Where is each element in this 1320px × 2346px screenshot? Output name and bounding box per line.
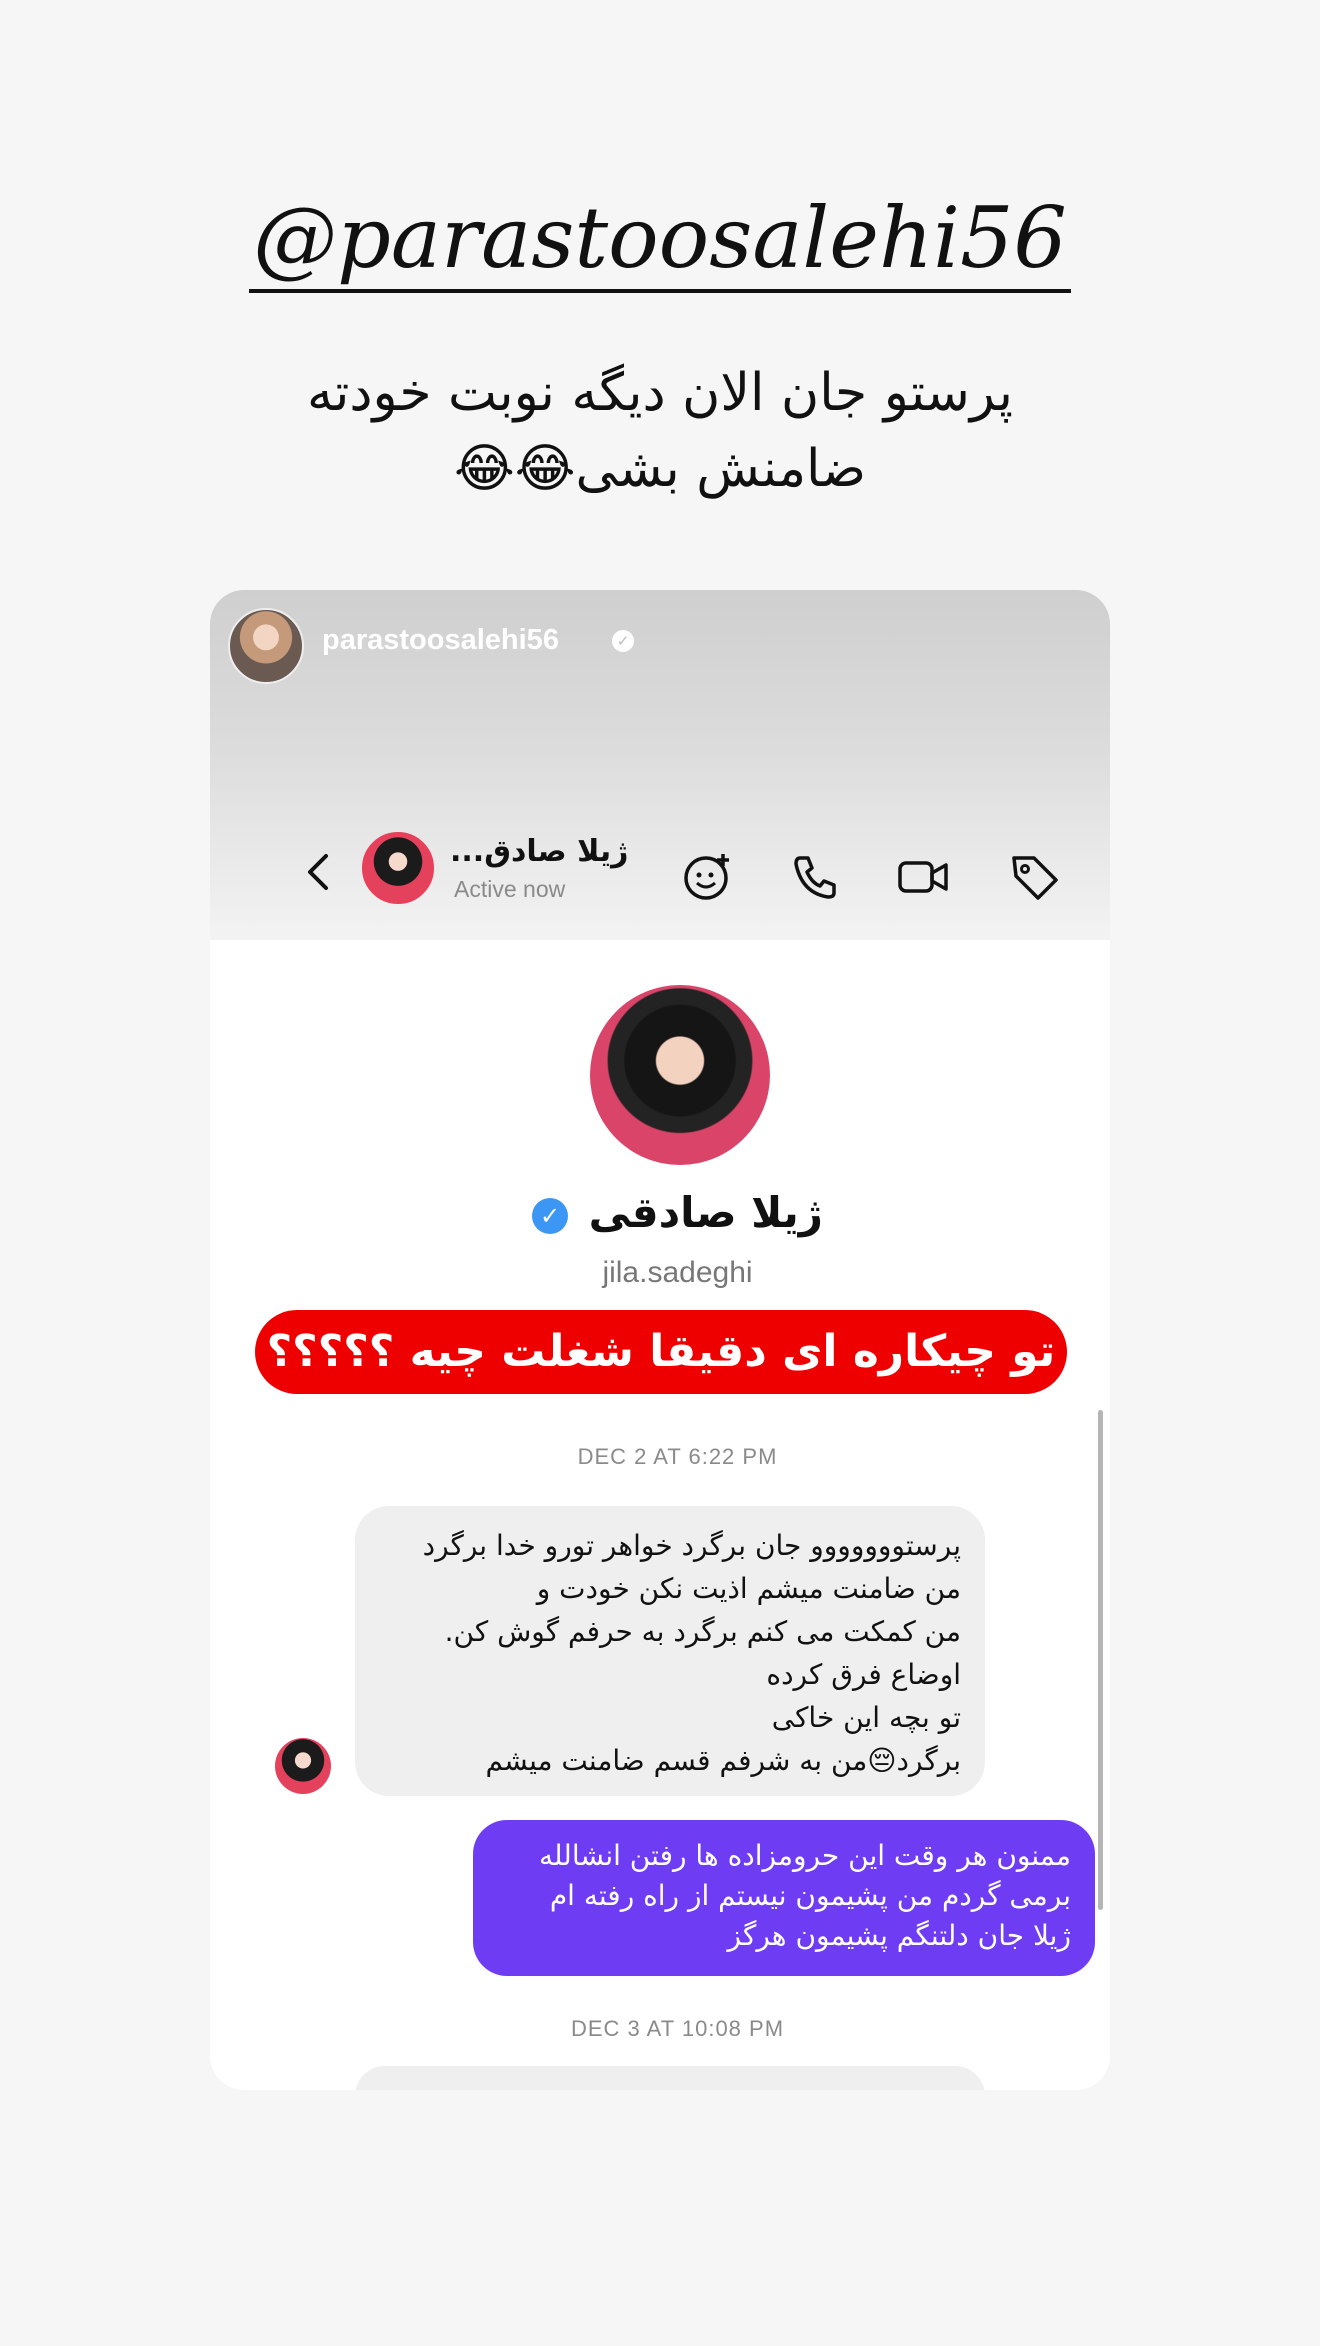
dm-header: ژیلا صادق... Active now xyxy=(210,810,1110,930)
back-chevron-icon[interactable] xyxy=(300,850,336,894)
profile-name-text: ژیلا صادقی xyxy=(588,1188,823,1237)
verified-check-icon: ✓ xyxy=(612,630,634,652)
message-line: من کمکت می کنم برگرد به حرفم گوش کن. xyxy=(444,1615,961,1648)
shared-post-avatar[interactable] xyxy=(228,608,304,684)
caption-line-1: پرستو جان الان دیگه نوبت خودته xyxy=(306,363,1013,423)
message-line: تو بچه این خاکی xyxy=(771,1701,961,1734)
message-line: ژیلا جان دلتنگم پشیمون هرگز xyxy=(727,1919,1071,1952)
message-line: پرستووووووو جان برگرد خواهر تورو خدا برگ… xyxy=(422,1529,961,1562)
tag-icon[interactable] xyxy=(1008,850,1062,904)
message-line: اوضاع فرق کرده xyxy=(766,1658,961,1691)
video-icon[interactable] xyxy=(896,850,950,904)
story-background-bottom xyxy=(0,2090,1320,2346)
add-sticker-icon[interactable] xyxy=(680,850,734,904)
red-banner-overlay: تو چیکاره ای دقیقا شغلت چیه ؟؟؟؟؟ xyxy=(255,1310,1067,1394)
story-caption: پرستو جان الان دیگه نوبت خودته ضامنش بشی… xyxy=(260,355,1060,507)
contact-name[interactable]: ژیلا صادق... xyxy=(450,834,630,869)
chat-thread[interactable]: ژیلا صادقی ✓ jila.sadeghi تو چیکاره ای د… xyxy=(245,940,1110,2090)
verified-badge-icon: ✓ xyxy=(532,1197,568,1234)
message-line: ممنون هر وقت این حرومزاده ها رفتن انشالل… xyxy=(539,1839,1071,1872)
story-mention[interactable]: @parastoosalehi56 xyxy=(0,188,1320,293)
shared-screenshot-card: parastoosalehi56 ✓ ژیلا صادق... Active n… xyxy=(210,590,1110,2090)
contact-status: Active now xyxy=(454,876,566,902)
message-line: برمی گردم من پشیمون نیستم از راه رفته ام xyxy=(549,1879,1071,1912)
partial-message-bubble[interactable] xyxy=(355,2066,985,2090)
caption-line-2: ضامنش بشی😂😂 xyxy=(453,439,867,499)
sender-avatar[interactable] xyxy=(275,1738,331,1794)
shared-post-username[interactable]: parastoosalehi56 xyxy=(322,624,559,657)
received-message-bubble[interactable]: پرستووووووو جان برگرد خواهر تورو خدا برگ… xyxy=(355,1506,985,1796)
chat-scrollbar[interactable] xyxy=(1098,1410,1103,1910)
profile-picture[interactable] xyxy=(590,985,770,1165)
message-timestamp: DEC 2 AT 6:22 PM xyxy=(577,1444,778,1469)
message-timestamp: DEC 3 AT 10:08 PM xyxy=(570,2016,785,2041)
message-line: من ضامنت میشم اذیت نکن خودت و xyxy=(536,1572,961,1605)
profile-handle: jila.sadeghi xyxy=(602,1256,753,1289)
shared-post-header: parastoosalehi56 ✓ ژیلا صادق... Active n… xyxy=(210,590,1110,940)
sent-message-bubble[interactable]: ممنون هر وقت این حرومزاده ها رفتن انشالل… xyxy=(473,1820,1095,1976)
message-line: برگرد😔من به شرفم قسم ضامنت میشم xyxy=(485,1744,961,1777)
profile-name: ژیلا صادقی ✓ xyxy=(245,1188,1110,1237)
contact-avatar[interactable] xyxy=(362,832,434,904)
phone-icon[interactable] xyxy=(788,850,842,904)
